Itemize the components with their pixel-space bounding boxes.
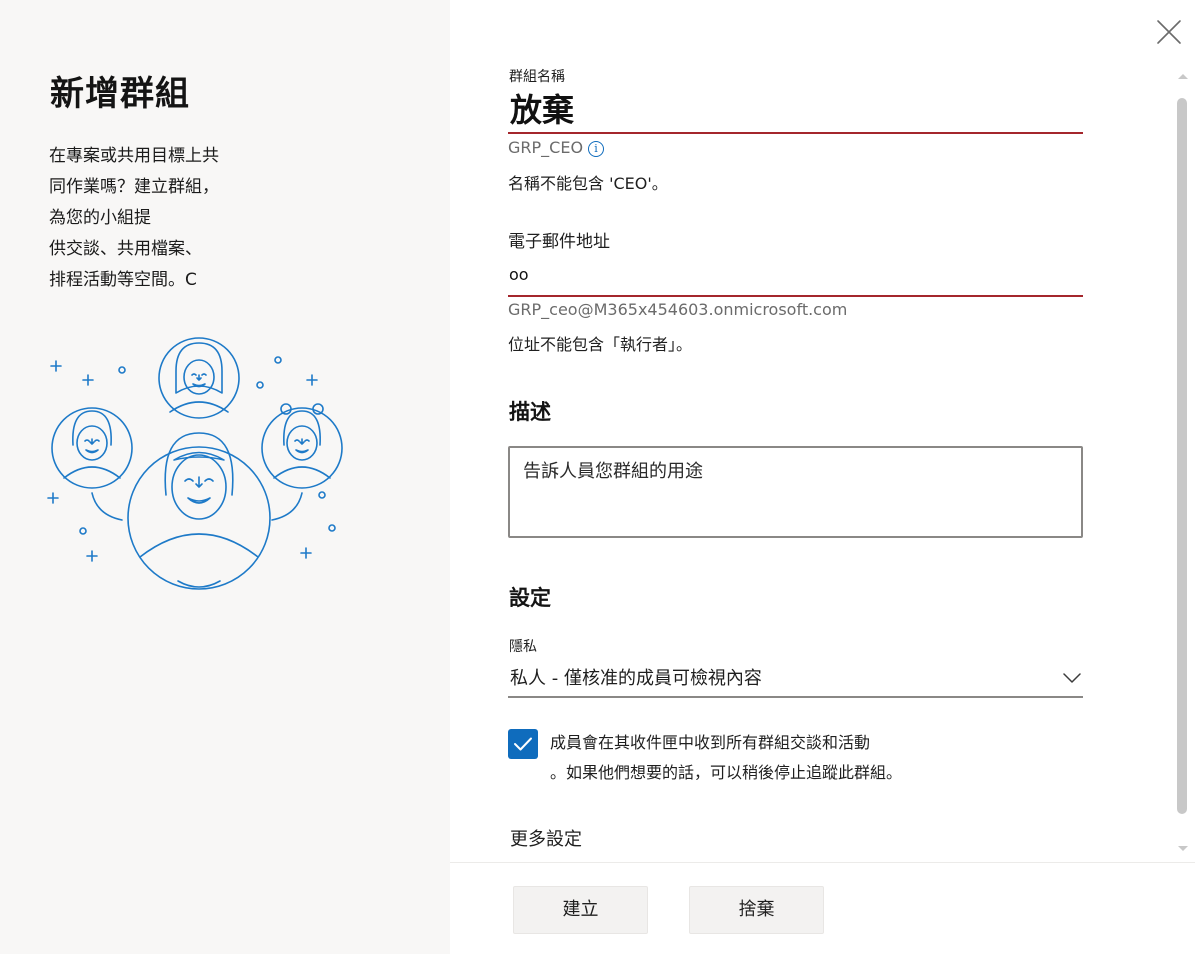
group-alias-text: GRP_CEO	[508, 138, 584, 157]
description-heading: 描述	[509, 400, 551, 424]
privacy-label: 隱私	[509, 639, 537, 655]
description-line: 同作業嗎？建立群組，	[49, 177, 219, 197]
description-line: 為您的小組提	[49, 208, 151, 228]
group-name-error: 名稱不能包含 'CEO'。	[508, 174, 668, 193]
email-full-address: GRP_ceo@M365x454603.onmicrosoft.com	[508, 300, 848, 319]
group-name-input[interactable]: 放棄	[508, 88, 1083, 134]
sparkle-decoration	[47, 356, 336, 562]
top-person-avatar	[158, 337, 240, 419]
close-icon[interactable]	[1153, 16, 1185, 48]
more-settings-link[interactable]: 更多設定	[510, 825, 582, 851]
checkbox-label-line: 。如果他們想要的話，可以稍後停止追蹤此群組。	[550, 763, 903, 782]
checkbox-label-line: 成員會在其收件匣中收到所有群組交談和活動	[550, 733, 871, 752]
checkmark-icon	[514, 737, 532, 751]
left-person-avatar	[51, 407, 133, 489]
discard-button[interactable]: 捨棄	[689, 886, 824, 934]
left-panel: 新增群組 在專案或共用目標上共 同作業嗎？建立群組， 為您的小組提 供交談、共用…	[0, 0, 450, 954]
group-name-label: 群組名稱	[509, 69, 565, 85]
description-line: 排程活動等空間。C	[49, 270, 197, 290]
center-person-avatar	[127, 432, 271, 590]
description-textarea[interactable]: 告訴人員您群組的用途	[508, 446, 1083, 538]
info-icon[interactable]: i	[588, 141, 605, 157]
scroll-down-arrow[interactable]	[1177, 845, 1189, 853]
subscribe-checkbox-label: 成員會在其收件匣中收到所有群組交談和活動 。如果他們想要的話，可以稍後停止追蹤此…	[550, 728, 970, 788]
description-line: 供交談、共用檔案、	[49, 239, 202, 259]
right-person-avatar	[261, 403, 343, 489]
connector-line	[91, 492, 123, 521]
create-button[interactable]: 建立	[513, 886, 648, 934]
group-alias-hint: GRP_CEO i	[508, 138, 605, 157]
email-input[interactable]: oo	[508, 256, 1083, 297]
privacy-selected-value: 私人 - 僅核准的成員可檢視內容	[510, 668, 762, 689]
panel-description: 在專案或共用目標上共 同作業嗎？建立群組， 為您的小組提 供交談、共用檔案、 排…	[49, 141, 279, 296]
chevron-down-icon	[1063, 673, 1081, 683]
email-label: 電子郵件地址	[508, 232, 610, 252]
connector-line	[271, 492, 303, 521]
description-line: 在專案或共用目標上共	[49, 146, 219, 166]
scroll-up-arrow[interactable]	[1177, 72, 1189, 80]
email-error: 位址不能包含「執行者」。	[508, 335, 693, 354]
footer-bar: 建立 捨棄	[450, 862, 1195, 954]
privacy-dropdown[interactable]: 私人 - 僅核准的成員可檢視內容	[508, 660, 1083, 698]
group-people-illustration	[47, 337, 343, 590]
scrollbar-thumb[interactable]	[1177, 98, 1187, 814]
settings-heading: 設定	[509, 586, 551, 610]
panel-title: 新增群組	[50, 74, 190, 114]
subscribe-checkbox[interactable]	[508, 729, 538, 759]
